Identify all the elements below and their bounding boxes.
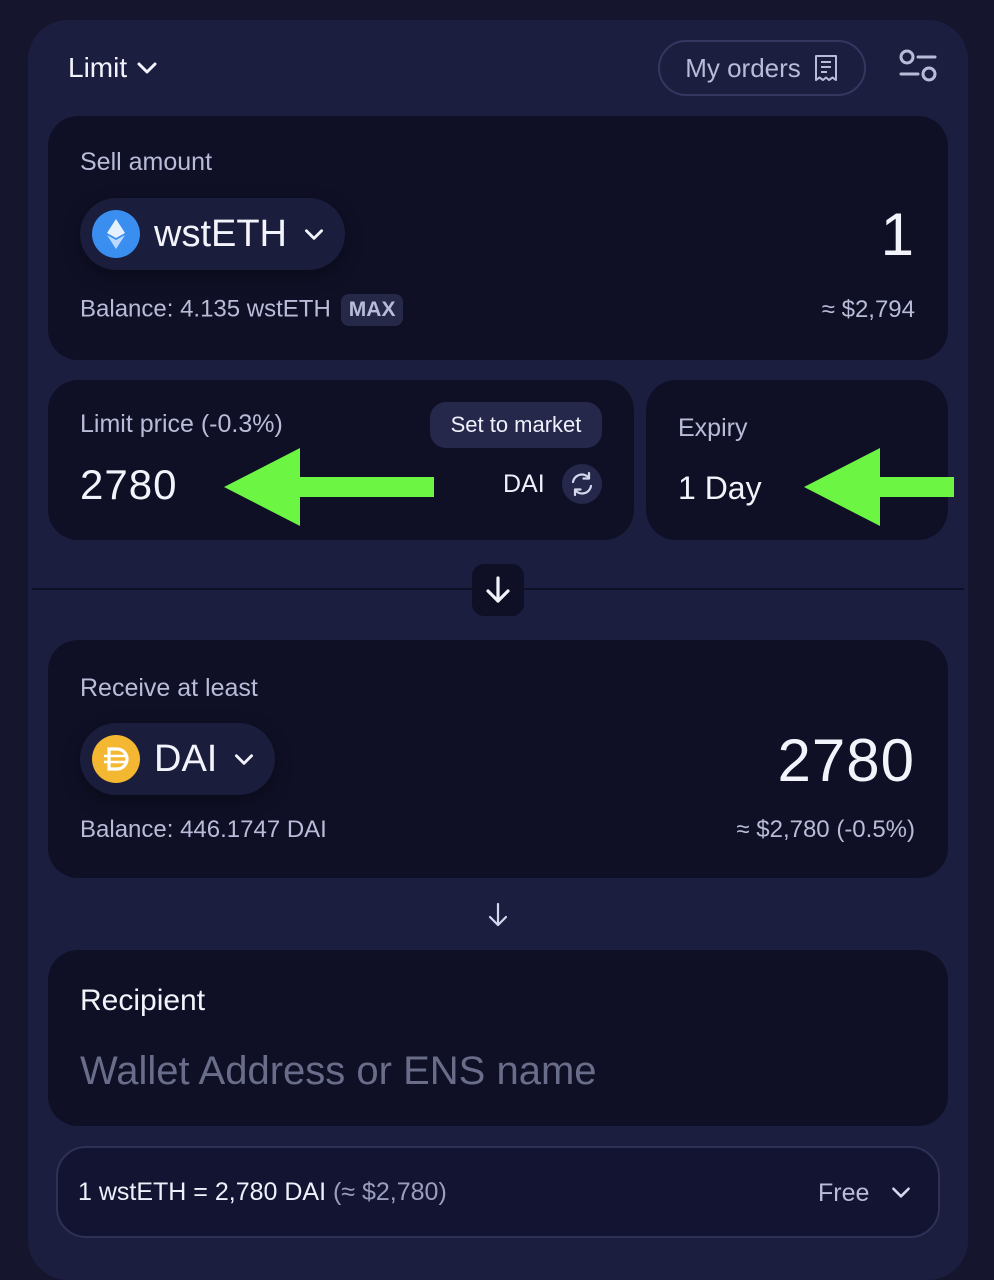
order-type-label: Limit xyxy=(68,52,128,83)
refresh-icon xyxy=(571,471,593,497)
exchange-rate-text: 1 wstETH = 2,780 DAI xyxy=(78,1178,327,1206)
switch-tokens-button[interactable] xyxy=(472,564,524,616)
sliders-icon xyxy=(899,49,937,82)
exchange-rate: 1 wstETH = 2,780 DAI (≈ $2,780) xyxy=(78,1178,447,1207)
invert-price-button[interactable] xyxy=(562,464,602,504)
wsteth-icon xyxy=(92,210,140,258)
sell-balance: Balance: 4.135 wstETH MAX xyxy=(80,294,404,326)
expiry-label: Expiry xyxy=(678,414,748,442)
my-orders-label: My orders xyxy=(685,52,801,83)
arrow-down-icon xyxy=(486,576,510,603)
receive-label: Receive at least xyxy=(80,674,258,702)
annotation-arrow-left-icon xyxy=(804,448,954,526)
recipient-label: Recipient xyxy=(80,984,206,1017)
fee-label: Free xyxy=(818,1179,870,1207)
limit-price-quote-token: DAI xyxy=(503,470,545,498)
receive-token-selector[interactable]: DAI xyxy=(80,723,276,795)
receive-usd-value: ≈ $2,780 (-0.5%) xyxy=(736,816,915,843)
expiry-value: 1 Day xyxy=(678,470,762,506)
max-button[interactable]: MAX xyxy=(340,294,404,326)
sell-token-symbol: wstETH xyxy=(154,212,287,255)
sell-token-selector[interactable]: wstETH xyxy=(80,198,345,270)
receive-balance: Balance: 446.1747 DAI xyxy=(80,816,327,843)
set-to-market-button[interactable]: Set to market xyxy=(430,402,602,448)
exchange-rate-usd: (≈ $2,780) xyxy=(332,1178,447,1206)
order-type-dropdown[interactable]: Limit xyxy=(68,50,159,86)
chevron-down-icon xyxy=(137,62,157,74)
settings-button[interactable] xyxy=(896,44,940,88)
receive-amount-input[interactable] xyxy=(515,722,915,798)
sell-usd-value: ≈ $2,794 xyxy=(821,296,915,323)
my-orders-button[interactable]: My orders xyxy=(658,40,866,96)
chevron-down-icon xyxy=(892,1187,910,1198)
chevron-down-icon xyxy=(305,229,323,240)
sell-amount-label: Sell amount xyxy=(80,148,213,176)
chevron-down-icon xyxy=(235,754,254,765)
recipient-address-input[interactable] xyxy=(80,1046,900,1096)
receipt-icon xyxy=(814,55,837,81)
dai-icon xyxy=(92,735,140,783)
limit-price-label: Limit price (-0.3%) xyxy=(80,410,283,438)
sell-amount-input[interactable] xyxy=(515,196,915,272)
sell-balance-text: Balance: 4.135 wstETH xyxy=(80,295,331,323)
arrow-down-icon xyxy=(488,902,508,927)
receive-token-symbol: DAI xyxy=(154,737,218,780)
annotation-arrow-left-icon xyxy=(224,448,434,526)
recipient-card xyxy=(48,950,948,1126)
